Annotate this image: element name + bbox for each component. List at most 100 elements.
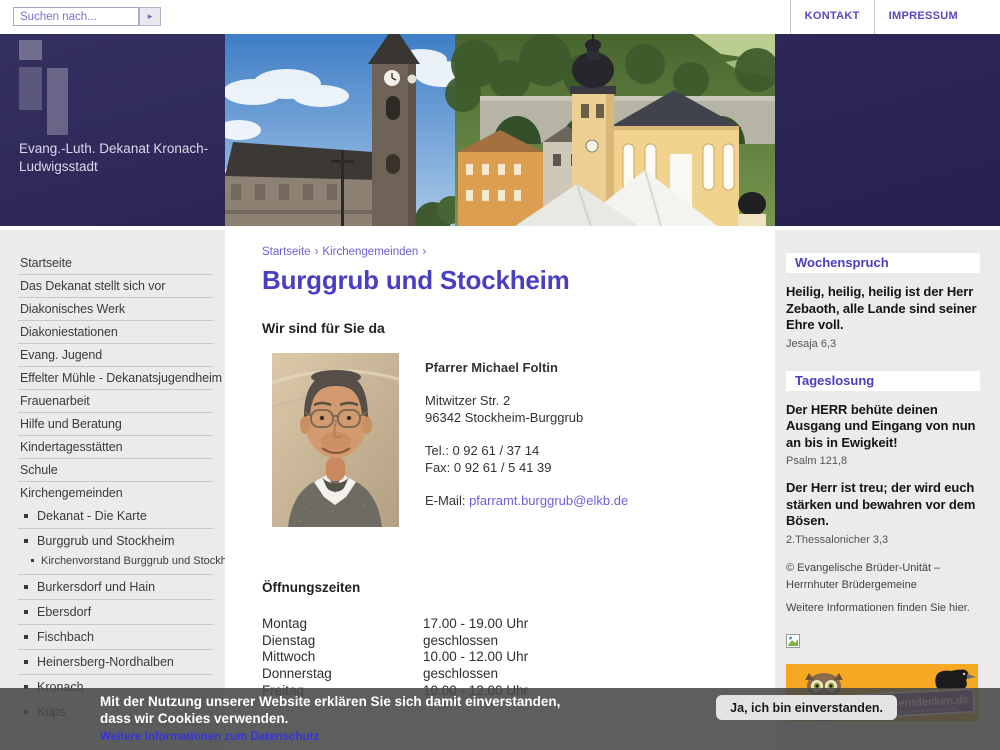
topbar: ▸ KONTAKT IMPRESSUM bbox=[0, 0, 1000, 34]
hours-day: Montag bbox=[262, 616, 423, 633]
bullet-icon bbox=[24, 635, 28, 639]
datenschutz-link[interactable]: Weitere Informationen zum Datenschutz bbox=[100, 731, 319, 743]
wochenspruch-heading: Wochenspruch bbox=[786, 253, 980, 273]
pastor-contact-info: Pfarrer Michael Foltin Mitwitzer Str. 2 … bbox=[425, 353, 628, 527]
search-input[interactable] bbox=[13, 7, 139, 26]
sidebar-nav-list: Startseite Das Dekanat stellt sich vor Dia… bbox=[18, 252, 213, 725]
sidebar-item[interactable]: Startseite bbox=[18, 252, 213, 275]
sidebar-item-label: Kirchengemeinden bbox=[20, 486, 123, 500]
right-sidebar: Wochenspruch Heilig, heilig, heilig ist … bbox=[775, 230, 1000, 750]
sidebar-item[interactable]: Diakonisches Werk bbox=[18, 298, 213, 321]
cookie-message: Mit der Nutzung unserer Website erklären… bbox=[100, 693, 560, 727]
sidebar-item[interactable]: Burggrub und Stockheim bbox=[18, 529, 213, 553]
sidebar-item[interactable]: Dekanat - Die Karte bbox=[18, 504, 213, 529]
bullet-icon bbox=[24, 660, 28, 664]
hours-day: Mittwoch bbox=[262, 649, 423, 666]
kontakt-link[interactable]: KONTAKT bbox=[790, 0, 874, 34]
sidebar-item[interactable]: Ebersdorf bbox=[18, 600, 213, 625]
header-banner: Evang.-Luth. Dekanat Kronach- Ludwigssta… bbox=[0, 34, 1000, 226]
breadcrumb-link-startseite[interactable]: Startseite bbox=[262, 246, 311, 258]
sidebar-item[interactable]: Fischbach bbox=[18, 625, 213, 650]
sidebar-item-label: Schule bbox=[20, 463, 58, 477]
sidebar-item-label: Das Dekanat stellt sich vor bbox=[20, 279, 165, 293]
arrow-right-icon: ▸ bbox=[148, 11, 153, 21]
hours-row: Montag17.00 - 19.00 Uhr bbox=[262, 616, 745, 633]
sidebar-item-label: Hilfe und Beratung bbox=[20, 417, 122, 431]
sidebar-item[interactable]: Kirchenvorstand Burggrub und Stockheim bbox=[18, 553, 213, 575]
cookie-consent-bar: Mit der Nutzung unserer Website erklären… bbox=[0, 688, 1000, 750]
sidebar-item-label: Burkersdorf und Hain bbox=[37, 580, 155, 594]
breadcrumb-separator: › bbox=[422, 246, 426, 258]
search-submit-button[interactable]: ▸ bbox=[139, 7, 161, 26]
hours-row: Donnerstaggeschlossen bbox=[262, 666, 745, 683]
header-church-photos bbox=[225, 34, 775, 226]
sidebar-item[interactable]: Burkersdorf und Hain bbox=[18, 575, 213, 600]
hours-time: geschlossen bbox=[423, 633, 498, 650]
tageslosung-heading: Tageslosung bbox=[786, 371, 980, 391]
pastor-phone: Tel.: 0 92 61 / 37 14 Fax: 0 92 61 / 5 4… bbox=[425, 442, 628, 477]
sidebar-item[interactable]: Heinersberg-Nordhalben bbox=[18, 650, 213, 675]
hours-time: geschlossen bbox=[423, 666, 498, 683]
pastor-photo bbox=[272, 353, 399, 527]
sidebar-item-label: Evang. Jugend bbox=[20, 348, 102, 362]
bullet-icon bbox=[24, 585, 28, 589]
hours-time: 17.00 - 19.00 Uhr bbox=[423, 616, 528, 633]
sidebar-item-label: Effelter Mühle - Dekanatsjugendheim bbox=[20, 371, 222, 385]
hours-heading: Öffnungszeiten bbox=[262, 580, 745, 595]
breadcrumb-link-kirchengemeinden[interactable]: Kirchengemeinden bbox=[322, 246, 418, 258]
tageslosung-copyright: © Evangelische Brüder-Unität – Herrnhute… bbox=[786, 560, 980, 594]
cookie-accept-button[interactable]: Ja, ich bin einverstanden. bbox=[716, 695, 897, 720]
email-link[interactable]: pfarramt.burggrub@elkb.de bbox=[469, 493, 628, 508]
broken-image-icon bbox=[786, 634, 800, 648]
sidebar-item-label: Fischbach bbox=[37, 630, 94, 644]
sidebar-item-label: Dekanat - Die Karte bbox=[37, 509, 147, 523]
page: ▸ KONTAKT IMPRESSUM Evang.-Luth. Dekanat… bbox=[0, 0, 1000, 750]
sidebar-item-label: Heinersberg-Nordhalben bbox=[37, 655, 174, 669]
pastor-contact-card: Pfarrer Michael Foltin Mitwitzer Str. 2 … bbox=[262, 353, 745, 527]
search-form: ▸ bbox=[13, 7, 161, 26]
sidebar-item[interactable]: Frauenarbeit bbox=[18, 390, 213, 413]
breadcrumb: Startseite›Kirchengemeinden› bbox=[262, 246, 745, 258]
sidebar-item[interactable]: Das Dekanat stellt sich vor bbox=[18, 275, 213, 298]
sidebar-item-label: Kindertagesstätten bbox=[20, 440, 122, 454]
pastor-email-line: E-Mail: pfarramt.burggrub@elkb.de bbox=[425, 492, 628, 510]
site-title: Evang.-Luth. Dekanat Kronach- Ludwigssta… bbox=[19, 140, 208, 176]
sidebar-item-label: Burggrub und Stockheim bbox=[37, 534, 175, 548]
opening-hours-table: Montag17.00 - 19.00 UhrDienstaggeschloss… bbox=[262, 616, 745, 700]
sidebar-item[interactable]: Kindertagesstätten bbox=[18, 436, 213, 459]
sidebar-item-label: Diakoniestationen bbox=[20, 325, 118, 339]
sidebar-item[interactable]: Hilfe und Beratung bbox=[18, 413, 213, 436]
tageslosung-more-info: Weitere Informationen finden Sie hier. bbox=[786, 602, 980, 614]
bullet-icon bbox=[24, 610, 28, 614]
sidebar-item[interactable]: Diakoniestationen bbox=[18, 321, 213, 344]
tageslosung-source: Psalm 121,8 bbox=[786, 455, 980, 467]
sidebar-item[interactable]: Schule bbox=[18, 459, 213, 482]
sidebar-item-label: Frauenarbeit bbox=[20, 394, 90, 408]
main-content: Startseite›Kirchengemeinden› Burggrub un… bbox=[225, 230, 775, 750]
pastor-name: Pfarrer Michael Foltin bbox=[425, 359, 628, 377]
body: Startseite Das Dekanat stellt sich vor Dia… bbox=[0, 230, 1000, 750]
wochenspruch-source: Jesaja 6,3 bbox=[786, 338, 980, 350]
tageslosung-verse: Der HERR behüte deinen Ausgang und Einga… bbox=[786, 402, 980, 452]
sidebar-item-label: Kirchenvorstand Burggrub und Stockheim bbox=[41, 555, 245, 567]
intro-heading: Wir sind für Sie da bbox=[262, 320, 745, 336]
hours-day: Donnerstag bbox=[262, 666, 423, 683]
site-logo-block[interactable]: Evang.-Luth. Dekanat Kronach- Ludwigssta… bbox=[0, 34, 225, 226]
bullet-icon bbox=[31, 559, 34, 562]
sidebar-item[interactable]: Kirchengemeinden bbox=[18, 482, 213, 504]
hours-row: Mittwoch10.00 - 12.00 Uhr bbox=[262, 649, 745, 666]
sidebar-item-label: Diakonisches Werk bbox=[20, 302, 125, 316]
tageslosung-verse: Der Herr ist treu; der wird euch stärken… bbox=[786, 480, 980, 530]
wochenspruch-text: Heilig, heilig, heilig ist der Herr Zeba… bbox=[786, 284, 980, 334]
sidebar: Startseite Das Dekanat stellt sich vor Dia… bbox=[0, 230, 225, 750]
pastor-address: Mitwitzer Str. 2 96342 Stockheim-Burggru… bbox=[425, 392, 628, 427]
page-title: Burggrub und Stockheim bbox=[262, 265, 745, 296]
sidebar-item[interactable]: Evang. Jugend bbox=[18, 344, 213, 367]
breadcrumb-separator: › bbox=[315, 246, 319, 258]
sidebar-item[interactable]: Effelter Mühle - Dekanatsjugendheim bbox=[18, 367, 213, 390]
hours-day: Dienstag bbox=[262, 633, 423, 650]
bullet-icon bbox=[24, 514, 28, 518]
hours-time: 10.00 - 12.00 Uhr bbox=[423, 649, 528, 666]
sidebar-item-label: Ebersdorf bbox=[37, 605, 91, 619]
impressum-link[interactable]: IMPRESSUM bbox=[874, 0, 972, 34]
